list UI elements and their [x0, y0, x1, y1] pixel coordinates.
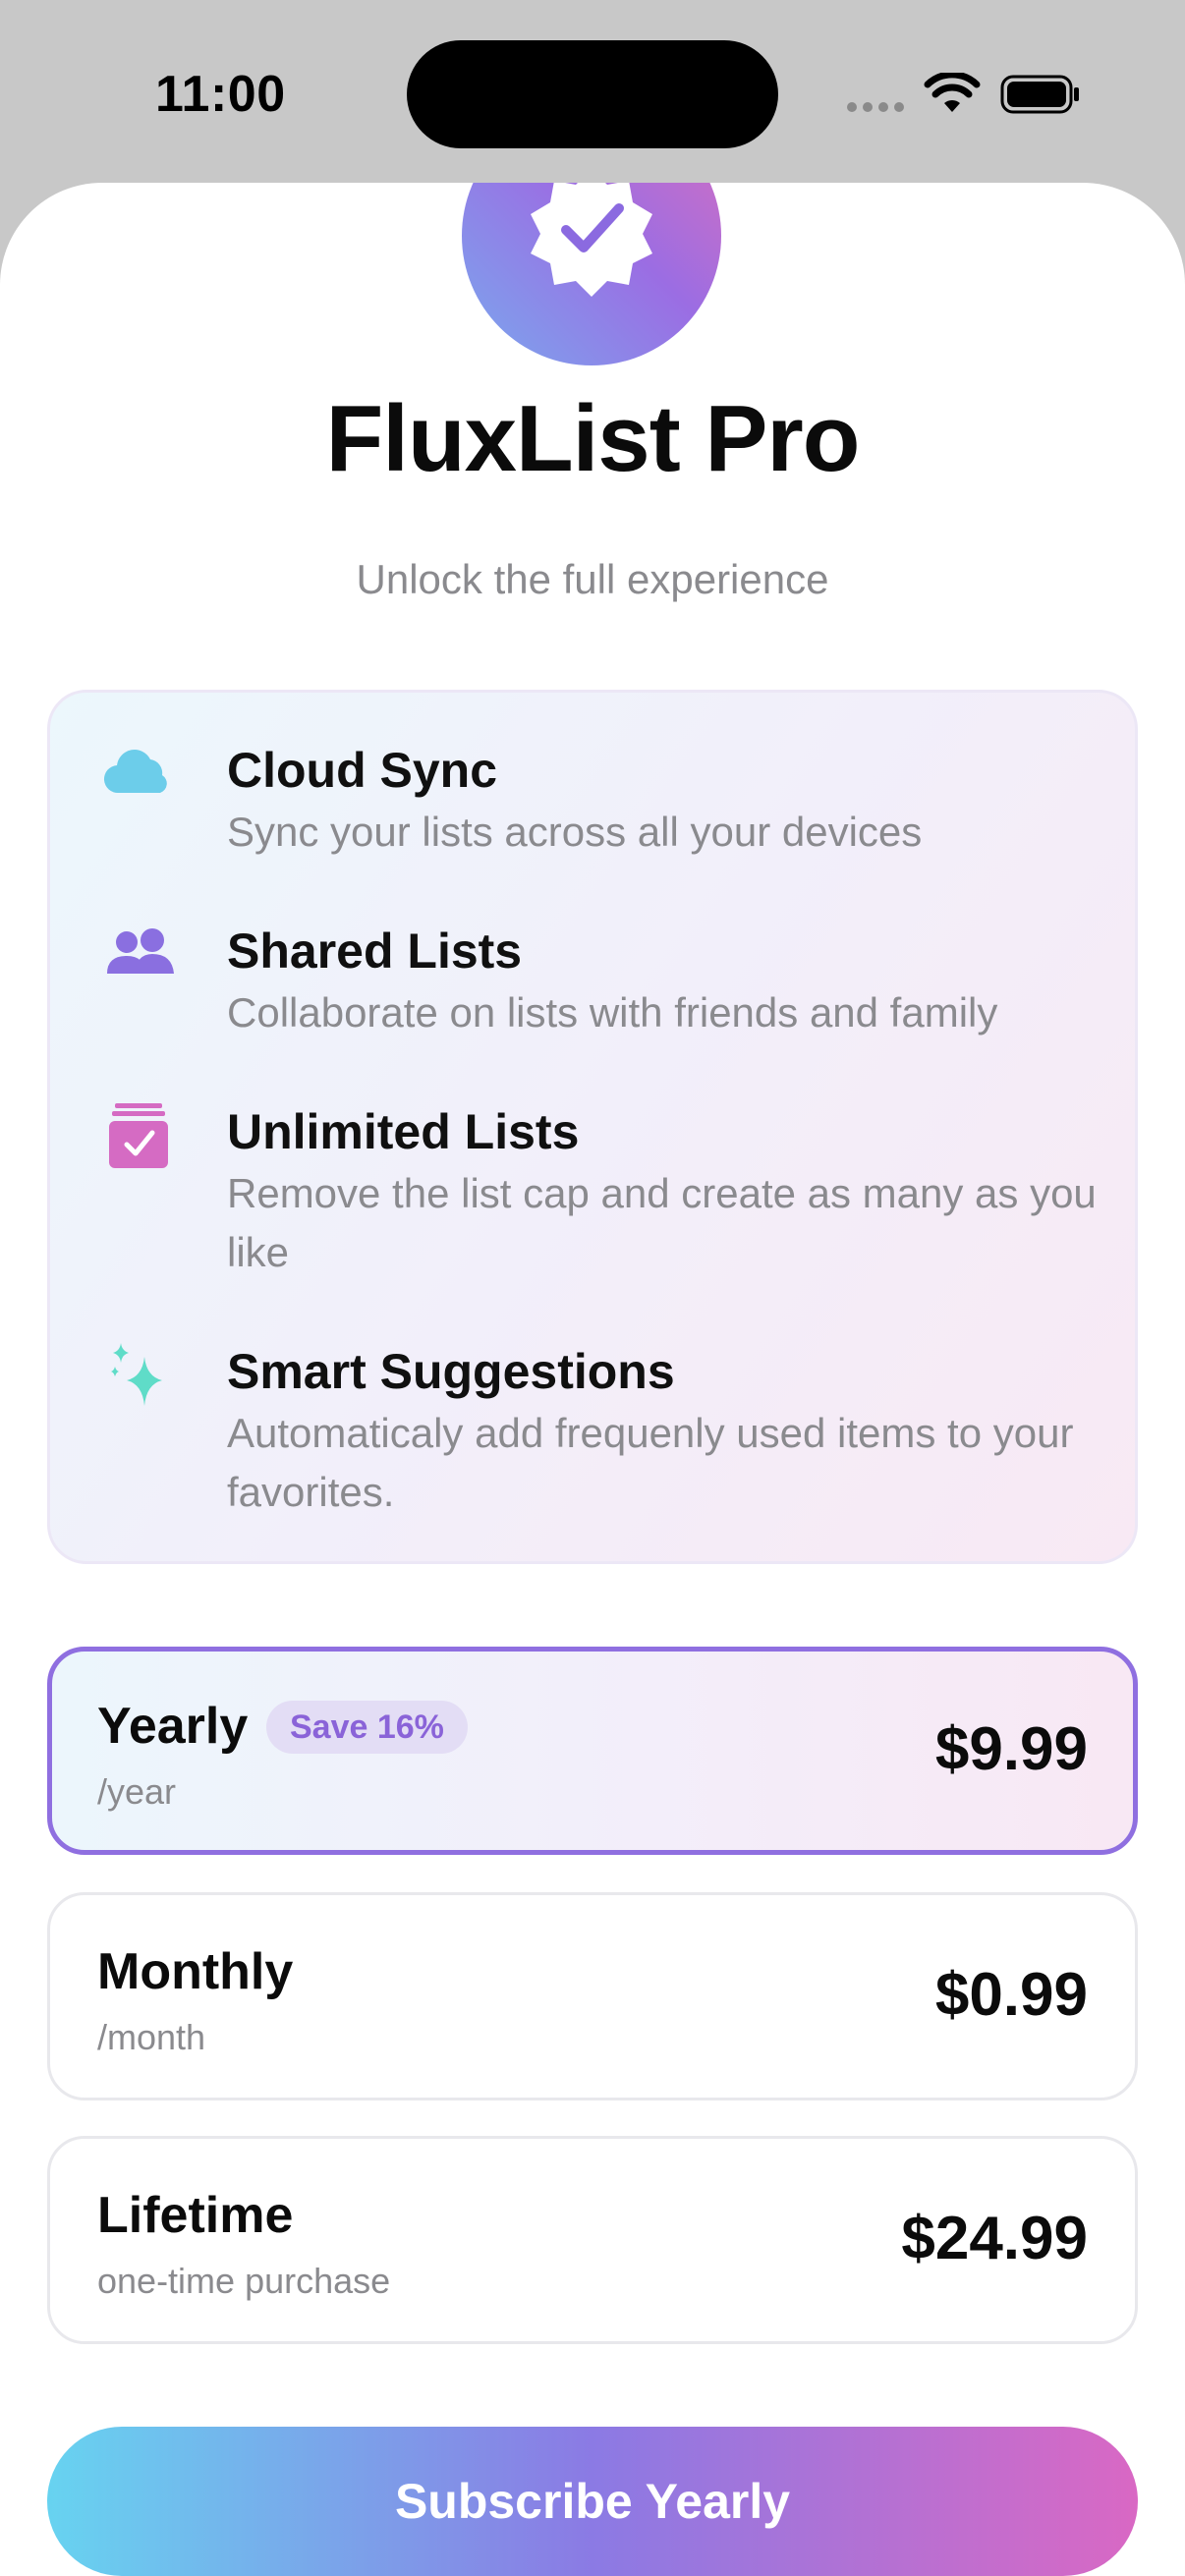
- feature-title: Cloud Sync: [227, 743, 498, 798]
- plan-yearly[interactable]: Yearly Save 16% /year $9.99: [47, 1647, 1138, 1855]
- plan-name: Lifetime: [97, 2187, 294, 2244]
- subscribe-button[interactable]: Subscribe Yearly: [47, 2427, 1138, 2576]
- status-bar: 11:00: [0, 0, 1185, 183]
- pro-badge: [462, 183, 721, 365]
- plan-period: /month: [97, 2017, 206, 2057]
- plan-lifetime[interactable]: Lifetime one-time purchase $24.99: [47, 2136, 1138, 2344]
- cloud-icon: [103, 750, 167, 794]
- feature-description: Collaborate on lists with friends and fa…: [227, 989, 998, 1036]
- sparkles-icon: [111, 1343, 162, 1406]
- plan-period: /year: [97, 1771, 177, 1812]
- plan-price: $24.99: [901, 2205, 1088, 2272]
- plan-name: Monthly: [97, 1943, 294, 2000]
- checklist-stack-icon: [109, 1103, 168, 1168]
- dynamic-island: [407, 40, 778, 148]
- feature-title: Shared Lists: [227, 924, 523, 979]
- save-badge: Save 16%: [266, 1701, 468, 1754]
- features-card: Cloud Sync Sync your lists across all yo…: [47, 690, 1138, 1564]
- verified-seal-icon: [531, 183, 652, 297]
- feature-title: Unlimited Lists: [227, 1104, 580, 1159]
- paywall-screen: 11:00 FluxList Pro Unlock the full exper…: [0, 0, 1185, 2576]
- cellular-signal-icon: [847, 102, 904, 112]
- feature-description: Remove the list cap and create as many a…: [227, 1170, 1097, 1275]
- battery-icon: [1000, 75, 1079, 114]
- feature-description: Sync your lists across all your devices: [227, 809, 923, 855]
- plan-name: Yearly: [97, 1698, 249, 1755]
- feature-description: Automaticaly add frequenly used items to…: [227, 1410, 1074, 1515]
- subscription-sheet: FluxList Pro Unlock the full experience …: [0, 183, 1185, 2576]
- plan-monthly[interactable]: Monthly /month $0.99: [47, 1892, 1138, 2100]
- plan-price: $9.99: [934, 1715, 1088, 1783]
- plan-price: $0.99: [934, 1961, 1088, 2029]
- plan-period: one-time purchase: [97, 2261, 391, 2301]
- people-icon: [107, 928, 174, 974]
- page-title: FluxList Pro: [325, 386, 861, 491]
- wifi-icon: [924, 73, 981, 112]
- page-subtitle: Unlock the full experience: [356, 556, 829, 602]
- status-time: 11:00: [155, 66, 286, 123]
- feature-title: Smart Suggestions: [227, 1344, 675, 1399]
